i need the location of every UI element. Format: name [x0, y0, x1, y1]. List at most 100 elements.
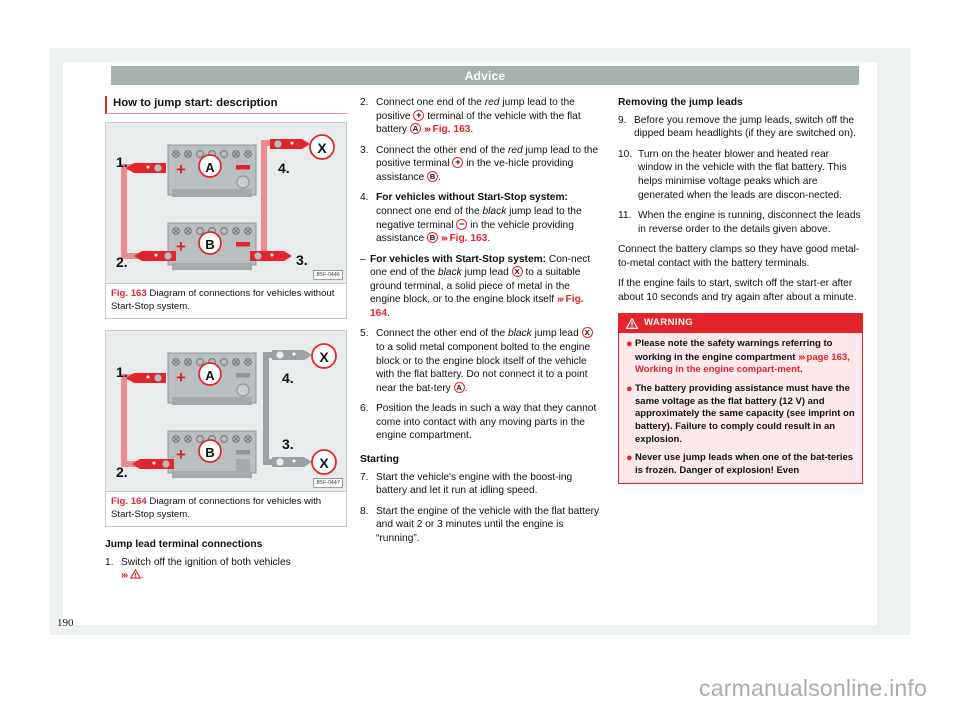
list-item-3-body: Connect the other end of the red jump le… [376, 144, 600, 185]
warning-bullet-3-text: Never use jump leads when one of the bat… [635, 452, 854, 476]
list-item-10: 10. Turn on the heater blower and heated… [618, 148, 863, 202]
list-item-6-text: Position the leads in such a way that th… [376, 403, 597, 442]
list-item-1-text: Switch off the ignition of both vehicles [121, 556, 291, 568]
cross-reference-chevron-icon: ››› [556, 294, 564, 306]
t: . [387, 307, 390, 319]
warning-box: WARNING ● Please note the safety warning… [618, 313, 863, 485]
warning-box-header: WARNING [619, 314, 862, 334]
list-item-4: 4. For vehicles without Start-Stop syste… [360, 191, 600, 245]
column-left: How to jump start: description + A + B X… [105, 96, 347, 590]
column-right: Removing the jump leads 9. Before you re… [618, 96, 863, 485]
warning-bullet-2-text: The battery providing assistance must ha… [635, 383, 855, 445]
chapter-header: Advice [111, 66, 859, 85]
svg-text:4.: 4. [278, 160, 290, 176]
figure-163: + A + B X 1. 2. 3. 4. B5F-0446 Fig. 163 … [105, 122, 347, 320]
figure-164-code: B5F-0447 [313, 477, 343, 489]
list-item-6: 6. Position the leads in such a way that… [360, 402, 600, 443]
t: jump lead [461, 267, 512, 279]
list-item-8: 8. Start the engine of the vehicle with … [360, 505, 600, 546]
list-item-3: 3. Connect the other end of the red jump… [360, 144, 600, 185]
figure-163-caption: Fig. 163 Diagram of connections for vehi… [106, 284, 346, 318]
list-item-10-text: Turn on the heater blower and heated rea… [638, 148, 847, 201]
svg-text:3.: 3. [296, 252, 308, 268]
column-middle: 2. Connect one end of the red jump lead … [360, 96, 600, 552]
list-item-7-text: Start the vehicle's engine with the boos… [376, 471, 573, 497]
svg-text:+: + [176, 237, 186, 256]
t: Connect one end of the [376, 97, 485, 108]
page-title: How to jump start: description [105, 96, 347, 115]
t: jump lead [531, 328, 582, 340]
cross-reference-chevron-icon: ››› [440, 233, 448, 245]
svg-text:A: A [205, 160, 215, 175]
list-item-4b-bold-lead: For vehicles with Start-Stop system: [370, 253, 547, 265]
list-item-5-number: 5. [360, 328, 369, 340]
t: . [464, 382, 468, 394]
figure-163-image: + A + B X 1. 2. 3. 4. B5F-0446 [106, 123, 346, 285]
list-item-1-period: . [140, 570, 144, 582]
svg-text:2.: 2. [116, 464, 128, 480]
figure-reference-163[interactable]: Fig. 163 [449, 233, 487, 244]
t: Connect the other end of the [376, 144, 508, 156]
emphasis-red-word: red [507, 144, 523, 156]
figure-164-label: Fig. 164 [111, 496, 147, 508]
jump-start-diagram-with-start-stop: + A + B X X 1. 2. 3. 4. [116, 343, 337, 480]
figure-reference-163[interactable]: Fig. 163 [432, 124, 470, 135]
list-item-8-number: 8. [360, 505, 369, 517]
warning-bullet-2: ● The battery providing assistance must … [626, 383, 855, 446]
list-item-10-number: 10. [618, 148, 633, 160]
svg-text:+: + [176, 368, 186, 387]
list-item-2: 2. Connect one end of the red jump lead … [360, 96, 600, 137]
list-item-6-number: 6. [360, 403, 369, 415]
site-watermark: carmanualsonline.info [699, 675, 927, 701]
list-item-1-body: Switch off the ignition of both vehicles… [121, 556, 347, 583]
list-item-5: 5. Connect the other end of the black ju… [360, 327, 600, 395]
t: . [470, 124, 474, 136]
list-item-9-number: 9. [618, 114, 627, 126]
list-item-4b-dash: – [360, 253, 366, 265]
jump-start-diagram-without-start-stop: + A + B X 1. 2. 3. 4. [116, 134, 335, 271]
figure-163-label: Fig. 163 [111, 288, 147, 300]
t: connect one end of the [376, 205, 483, 217]
list-item-5-body: Connect the other end of the black jump … [376, 327, 600, 395]
svg-text:+: + [176, 160, 186, 179]
positive-terminal-marker: + [413, 109, 425, 121]
svg-text:1.: 1. [116, 364, 128, 380]
warning-box-body: ● Please note the safety warnings referr… [619, 333, 862, 484]
marker-x: X [581, 327, 593, 339]
marker-x: X [511, 266, 523, 278]
list-item-11: 11. When the engine is running, disconne… [618, 209, 863, 236]
t: . [800, 364, 803, 376]
list-item-4-bold-lead: For vehicles without Start-Stop system: [376, 192, 568, 204]
bullet-icon: ● [626, 383, 633, 396]
svg-text:+: + [176, 445, 186, 464]
list-item-4b-body: For vehicles with Start-Stop system: Con… [370, 253, 600, 321]
warning-box-title: WARNING [644, 317, 694, 329]
marker-b: B [426, 232, 438, 244]
list-item-11-text: When the engine is running, disconnect t… [638, 210, 861, 235]
svg-text:A: A [205, 368, 215, 383]
figure-164-caption: Fig. 164 Diagram of connections for vehi… [106, 492, 346, 526]
list-item-11-number: 11. [618, 210, 632, 222]
marker-a: A [409, 123, 421, 135]
svg-text:X: X [319, 349, 329, 365]
emphasis-black-word: black [437, 267, 462, 279]
figure-164: + A + B X X 1. 2. 3. 4. B5F-0447 Fig. 16… [105, 330, 347, 528]
list-item-3-number: 3. [360, 144, 369, 156]
paragraph-battery-clamps: Connect the battery clamps so they have … [618, 244, 860, 269]
t: Connect the other end of the [376, 328, 508, 340]
warning-bullet-1-text: Please note the safety warnings referrin… [635, 338, 855, 377]
emphasis-red-word: red [484, 97, 500, 108]
bullet-icon: ● [626, 338, 633, 351]
cross-reference-chevron-icon: ››› [121, 570, 128, 582]
heading-removing-the-jump-leads: Removing the jump leads [618, 97, 743, 108]
list-item-9-text: Before you remove the jump leads, switch… [634, 114, 856, 140]
figure-164-image: + A + B X X 1. 2. 3. 4. B5F-0447 [106, 331, 346, 493]
heading-jump-lead-terminal-connections: Jump lead terminal connections [105, 539, 263, 551]
figure-163-code: B5F-0446 [313, 269, 343, 281]
emphasis-black-word: black [482, 205, 507, 217]
warning-triangle-icon [626, 318, 638, 330]
bullet-icon: ● [626, 452, 633, 465]
svg-text:B: B [205, 445, 214, 460]
list-item-4-body: For vehicles without Start-Stop system: … [376, 191, 600, 245]
t: . [487, 233, 491, 245]
